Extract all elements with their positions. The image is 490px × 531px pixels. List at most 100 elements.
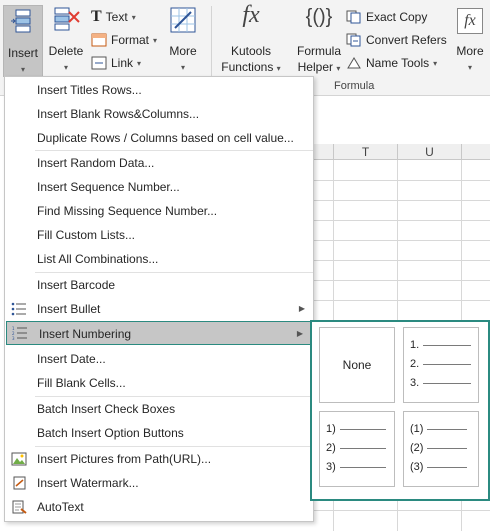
more-button-insert[interactable]: More ▾	[164, 4, 202, 78]
more-label-formula: More	[456, 44, 484, 58]
numbering-marker: 3)	[326, 461, 336, 473]
numbering-row: (2)	[410, 441, 468, 455]
column-header-t[interactable]: T	[334, 144, 398, 160]
formula-helper-caret-icon: ▾	[336, 64, 341, 73]
menu-item-insert-sequence-number[interactable]: Insert Sequence Number...	[5, 175, 313, 199]
formula-helper-label2: Helper ▾	[292, 60, 346, 76]
numbering-marker: 2)	[326, 442, 336, 454]
numbering-row: (1)	[410, 422, 468, 436]
gridline	[312, 280, 490, 281]
kutools-functions-button[interactable]: fx Kutools Functions ▾	[218, 2, 284, 78]
menu-item-list-all-combinations[interactable]: List All Combinations...	[5, 247, 313, 271]
column-header-s[interactable]	[312, 144, 334, 160]
menu-item-label: Insert Blank Rows&Columns...	[37, 107, 200, 121]
link-button[interactable]: Link ▾	[91, 53, 141, 73]
numbering-marker: (1)	[410, 423, 424, 435]
name-tools-icon	[347, 57, 361, 69]
formula-helper-button[interactable]: {()} Formula Helper ▾	[292, 4, 346, 78]
more-grid-icon	[170, 7, 196, 33]
insert-rows-icon	[11, 9, 31, 33]
menu-item-autotext[interactable]: AutoText	[5, 495, 313, 519]
formula-helper-label2-text: Helper	[297, 60, 333, 74]
copy-icon	[346, 10, 361, 24]
column-header-v[interactable]	[462, 144, 490, 160]
menu-item-label: List All Combinations...	[37, 252, 159, 266]
text-button[interactable]: T Text ▾	[91, 7, 136, 27]
numbering-row: 1)	[326, 422, 386, 436]
menu-item-label: Batch Insert Check Boxes	[37, 402, 176, 416]
exact-copy-button[interactable]: Exact Copy	[346, 7, 427, 27]
numbering-marker: 2.	[410, 358, 420, 370]
menu-item-fill-blank-cells[interactable]: Fill Blank Cells...	[5, 371, 313, 395]
menu-item-label: Insert Numbering	[39, 327, 132, 341]
numbering-row: 3.	[410, 376, 472, 390]
menu-item-find-missing-sequence-number[interactable]: Find Missing Sequence Number...	[5, 199, 313, 223]
menu-item-duplicate-rows-columns[interactable]: Duplicate Rows / Columns based on cell v…	[5, 126, 313, 150]
more-caret-icon-formula: ▾	[467, 63, 472, 72]
menu-item-batch-insert-option-buttons[interactable]: Batch Insert Option Buttons	[5, 421, 313, 445]
numbering-style-paren[interactable]: 1) 2) 3)	[319, 411, 395, 487]
numbering-style-full-paren[interactable]: (1) (2) (3)	[403, 411, 479, 487]
numbering-marker: (3)	[410, 461, 424, 473]
text-icon: T	[91, 8, 102, 25]
menu-item-label: Fill Blank Cells...	[37, 376, 126, 390]
menu-item-batch-insert-check-boxes[interactable]: Batch Insert Check Boxes	[5, 397, 313, 421]
menu-item-label: Insert Random Data...	[37, 156, 155, 170]
functions-icon: fx	[242, 2, 260, 28]
formula-helper-label1: Formula	[296, 44, 341, 58]
more-fx-icon: fx	[457, 8, 483, 34]
link-icon	[91, 56, 107, 70]
menu-item-insert-random-data[interactable]: Insert Random Data...	[5, 151, 313, 175]
gridline	[312, 260, 490, 261]
format-button[interactable]: Format ▾	[91, 30, 157, 50]
insert-caret-icon: ▾	[20, 65, 25, 74]
gridline	[312, 510, 490, 511]
menu-item-fill-custom-lists[interactable]: Fill Custom Lists...	[5, 223, 313, 247]
menu-item-label: Fill Custom Lists...	[37, 228, 136, 242]
menu-item-insert-barcode[interactable]: Insert Barcode	[5, 273, 313, 297]
formula-group-label: Formula	[334, 80, 375, 92]
numbering-style-dot[interactable]: 1. 2. 3.	[403, 327, 479, 403]
gridline	[312, 220, 490, 221]
insert-dropdown-menu: Insert Titles Rows... Insert Blank Rows&…	[4, 76, 314, 522]
numbering-marker: 1)	[326, 423, 336, 435]
numbering-style-panel: None 1. 2. 3. 1) 2) 3) (1) (2) (3)	[310, 320, 490, 501]
menu-item-insert-date[interactable]: Insert Date...	[5, 347, 313, 371]
gridline	[312, 300, 490, 301]
column-header-u[interactable]: U	[398, 144, 462, 160]
name-tools-button[interactable]: Name Tools ▾	[346, 53, 437, 73]
name-tools-label: Name Tools	[366, 56, 430, 70]
submenu-arrow-icon: ▶	[296, 329, 303, 338]
insert-label: Insert	[7, 46, 38, 60]
more-fx-icon-text: fx	[464, 12, 476, 29]
menu-item-label: AutoText	[37, 500, 84, 514]
menu-item-label: Insert Titles Rows...	[37, 83, 142, 97]
delete-button[interactable]: Delete ▾	[45, 4, 87, 78]
menu-item-insert-watermark[interactable]: Insert Watermark...	[5, 471, 313, 495]
gridline	[312, 180, 490, 181]
numbering-marker: 3.	[410, 377, 420, 389]
delete-caret-icon: ▾	[63, 63, 68, 72]
numbering-style-none[interactable]: None	[319, 327, 395, 403]
numbering-marker: (2)	[410, 442, 424, 454]
menu-item-insert-bullet[interactable]: Insert Bullet ▶	[5, 297, 313, 321]
text-caret-icon: ▾	[131, 12, 136, 22]
kutools-functions-label2: Functions ▾	[218, 60, 284, 76]
more-button-formula[interactable]: fx More ▾	[452, 4, 488, 78]
numbered-list-icon: 1 2 3	[12, 326, 27, 340]
convert-refers-label: Convert Refers	[366, 33, 447, 47]
menu-item-insert-blank-rows-columns[interactable]: Insert Blank Rows&Columns...	[5, 102, 313, 126]
menu-item-insert-titles-rows[interactable]: Insert Titles Rows...	[5, 78, 313, 102]
kutools-functions-label2-text: Functions	[221, 60, 274, 74]
link-caret-icon: ▾	[137, 58, 142, 68]
gridline	[312, 200, 490, 201]
insert-button[interactable]: Insert ▾	[3, 5, 43, 77]
menu-item-insert-pictures-from-path[interactable]: Insert Pictures from Path(URL)...	[5, 447, 313, 471]
bullet-list-icon	[11, 302, 26, 316]
name-tools-caret-icon: ▾	[433, 58, 438, 68]
menu-item-label: Insert Sequence Number...	[37, 180, 180, 194]
convert-refers-icon	[346, 33, 361, 47]
convert-refers-button[interactable]: Convert Refers	[346, 30, 447, 50]
numbering-row: (3)	[410, 460, 468, 474]
menu-item-insert-numbering[interactable]: 1 2 3 Insert Numbering ▶	[6, 321, 312, 345]
